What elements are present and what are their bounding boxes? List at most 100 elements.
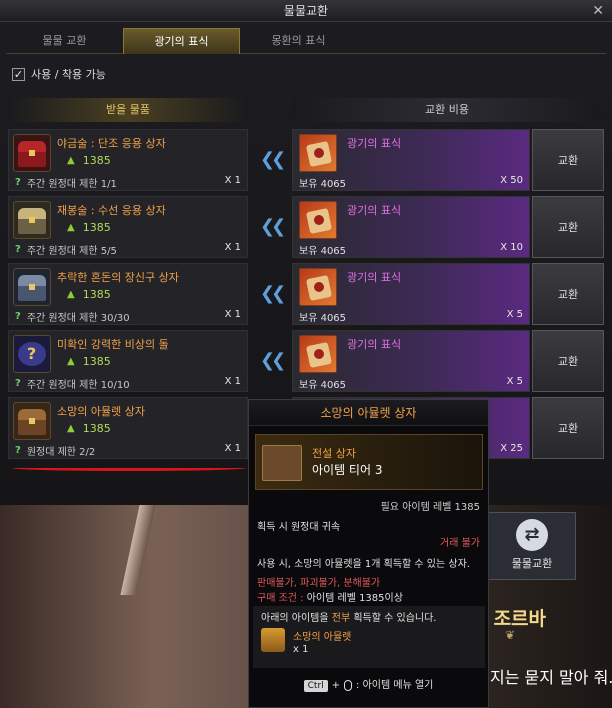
exchange-button[interactable]: 교환 bbox=[532, 263, 604, 325]
tooltip-condition: 구매 조건 : 아이템 레벨 1385이상 bbox=[257, 593, 403, 604]
tooltip-description: 사용 시, 소망의 아뮬렛을 1개 획득할 수 있는 상자. bbox=[257, 559, 470, 570]
cost-owned: 보유 4065 bbox=[299, 380, 347, 391]
tooltip-flags: 판매불가, 파괴불가, 분해불가 bbox=[257, 578, 381, 589]
reward-limit: ? 원정대 제한 2/2 bbox=[15, 445, 96, 458]
cost-name: 광기의 표식 bbox=[347, 338, 402, 351]
help-icon[interactable]: ? bbox=[15, 244, 21, 255]
reward-name: 소망의 아뮬렛 상자 bbox=[57, 405, 145, 418]
close-icon[interactable]: ✕ bbox=[592, 0, 604, 22]
reward-limit: ? 주간 원정대 제한 1/1 bbox=[15, 177, 117, 190]
tooltip-title: 소망의 아뮬렛 상자 bbox=[249, 400, 488, 426]
reward-name: 추락한 혼돈의 장신구 상자 bbox=[57, 271, 179, 284]
reward-item[interactable]: 야금술 : 단조 응용 상자 ▲ 1385 ? 주간 원정대 제한 1/1 X 1 bbox=[8, 129, 248, 191]
reward-level: ▲ 1385 bbox=[67, 355, 111, 368]
usable-checkbox[interactable]: ✓ bbox=[12, 67, 25, 81]
reward-qty: X 1 bbox=[224, 242, 241, 253]
exchange-row: 야금술 : 단조 응용 상자 ▲ 1385 ? 주간 원정대 제한 1/1 X 1 … bbox=[8, 129, 608, 191]
tab-barter[interactable]: 물물 교환 bbox=[6, 28, 123, 54]
reward-item[interactable]: 추락한 혼돈의 장신구 상자 ▲ 1385 ? 주간 원정대 제한 30/30 X … bbox=[8, 263, 248, 325]
cost-item: 광기의 표식 보유 4065 X 5 bbox=[292, 330, 530, 392]
cost-qty: X 10 bbox=[500, 242, 523, 253]
level-icon: ▲ bbox=[67, 155, 75, 166]
reward-level: ▲ 1385 bbox=[67, 221, 111, 234]
double-arrow-left-icon: ❮❮ bbox=[260, 216, 286, 237]
barter-shortcut-label: 물물교환 bbox=[511, 557, 553, 570]
gold-chest-icon bbox=[13, 201, 51, 239]
exchange-button[interactable]: 교환 bbox=[532, 330, 604, 392]
reward-item[interactable]: 재봉술 : 수선 응용 상자 ▲ 1385 ? 주간 원정대 제한 5/5 X 1 bbox=[8, 196, 248, 258]
help-icon[interactable]: ? bbox=[15, 445, 21, 456]
cost-item: 광기의 표식 보유 4065 X 50 bbox=[292, 129, 530, 191]
madness-mark-icon bbox=[299, 201, 337, 239]
level-icon: ▲ bbox=[67, 289, 75, 300]
tab-bar: 물물 교환 광기의 표식 몽환의 표식 bbox=[6, 28, 606, 54]
cost-owned: 보유 4065 bbox=[299, 246, 347, 257]
tooltip-untradable: 거래 불가 bbox=[440, 538, 480, 549]
usable-filter-label: 사용 / 착용 가능 bbox=[31, 68, 106, 81]
level-icon: ▲ bbox=[67, 423, 75, 434]
double-arrow-left-icon: ❮❮ bbox=[260, 350, 286, 371]
tooltip-item-box: 전설 상자 아이템 티어 3 bbox=[255, 434, 483, 490]
tab-madness-mark[interactable]: 광기의 표식 bbox=[123, 28, 240, 54]
double-arrow-left-icon: ❮❮ bbox=[260, 149, 286, 170]
reward-name: 재봉술 : 수선 응용 상자 bbox=[57, 204, 166, 217]
reward-level: ▲ 1385 bbox=[67, 154, 111, 167]
tooltip-tier: 아이템 티어 3 bbox=[312, 463, 383, 477]
receive-column-header: 받을 물품 bbox=[8, 98, 248, 122]
ornament-icon: ❦ bbox=[505, 628, 516, 642]
mouse-icon bbox=[344, 679, 353, 691]
madness-mark-icon bbox=[299, 335, 337, 373]
reward-qty: X 1 bbox=[224, 175, 241, 186]
exchange-button[interactable]: 교환 bbox=[532, 196, 604, 258]
reward-qty: X 1 bbox=[224, 309, 241, 320]
reward-item[interactable]: ? 미확인 강력한 비상의 돌 ▲ 1385 ? 주간 원정대 제한 10/10 X… bbox=[8, 330, 248, 392]
help-icon[interactable]: ? bbox=[15, 177, 21, 188]
red-underline-annotation bbox=[12, 465, 246, 471]
cost-qty: X 5 bbox=[506, 376, 523, 387]
exchange-button[interactable]: 교환 bbox=[532, 397, 604, 459]
window-titlebar: 물물교환 ✕ bbox=[0, 0, 612, 22]
cost-name: 광기의 표식 bbox=[347, 271, 402, 284]
level-icon: ▲ bbox=[67, 222, 75, 233]
help-icon[interactable]: ? bbox=[15, 378, 21, 389]
reward-qty: X 1 bbox=[224, 443, 241, 454]
reward-name: 야금술 : 단조 응용 상자 bbox=[57, 137, 166, 150]
cost-qty: X 5 bbox=[506, 309, 523, 320]
level-icon: ▲ bbox=[67, 356, 75, 367]
window-title: 물물교환 bbox=[283, 4, 329, 18]
cost-owned: 보유 4065 bbox=[299, 313, 347, 324]
npc-dialog: 지는 묻지 말아 줘. bbox=[490, 668, 612, 687]
cost-name: 광기의 표식 bbox=[347, 204, 402, 217]
mystery-stone-icon: ? bbox=[13, 335, 51, 373]
exchange-row: ? 미확인 강력한 비상의 돌 ▲ 1385 ? 주간 원정대 제한 10/10 X… bbox=[8, 330, 608, 392]
reward-name: 미확인 강력한 비상의 돌 bbox=[57, 338, 169, 351]
steel-chest-icon bbox=[13, 268, 51, 306]
reward-level: ▲ 1385 bbox=[67, 422, 111, 435]
barter-shortcut-button[interactable]: ⇄ 물물교환 bbox=[488, 512, 576, 580]
madness-mark-icon bbox=[299, 268, 337, 306]
reward-item[interactable]: 소망의 아뮬렛 상자 ▲ 1385 ? 원정대 제한 2/2 X 1 bbox=[8, 397, 248, 459]
tooltip-bind: 획득 시 원정대 귀속 bbox=[257, 522, 341, 533]
madness-mark-icon bbox=[299, 134, 337, 172]
exchange-arrows-icon: ⇄ bbox=[516, 519, 548, 551]
reward-limit: ? 주간 원정대 제한 30/30 bbox=[15, 311, 130, 324]
usable-filter[interactable]: ✓ 사용 / 착용 가능 bbox=[12, 66, 106, 82]
help-icon[interactable]: ? bbox=[15, 311, 21, 322]
tooltip-footer-hint: Ctrl +: 아이템 메뉴 열기 bbox=[249, 674, 488, 698]
ctrl-key-icon: Ctrl bbox=[303, 680, 328, 692]
double-arrow-left-icon: ❮❮ bbox=[260, 283, 286, 304]
reward-qty: X 1 bbox=[224, 376, 241, 387]
cost-qty: X 50 bbox=[500, 175, 523, 186]
cost-owned: 보유 4065 bbox=[299, 179, 347, 190]
red-chest-icon bbox=[13, 134, 51, 172]
cost-column-header: 교환 비용 bbox=[292, 98, 602, 122]
reward-level: ▲ 1385 bbox=[67, 288, 111, 301]
amulet-chest-icon bbox=[13, 402, 51, 440]
amulet-icon bbox=[261, 628, 285, 652]
cost-item: 광기의 표식 보유 4065 X 5 bbox=[292, 263, 530, 325]
exchange-button[interactable]: 교환 bbox=[532, 129, 604, 191]
exchange-row: 재봉술 : 수선 응용 상자 ▲ 1385 ? 주간 원정대 제한 5/5 X 1 … bbox=[8, 196, 608, 258]
tooltip-required-level: 필요 아이템 레벨 1385 bbox=[380, 502, 480, 513]
reward-limit: ? 주간 원정대 제한 5/5 bbox=[15, 244, 117, 257]
tab-dream-mark[interactable]: 몽환의 표식 bbox=[240, 28, 357, 54]
